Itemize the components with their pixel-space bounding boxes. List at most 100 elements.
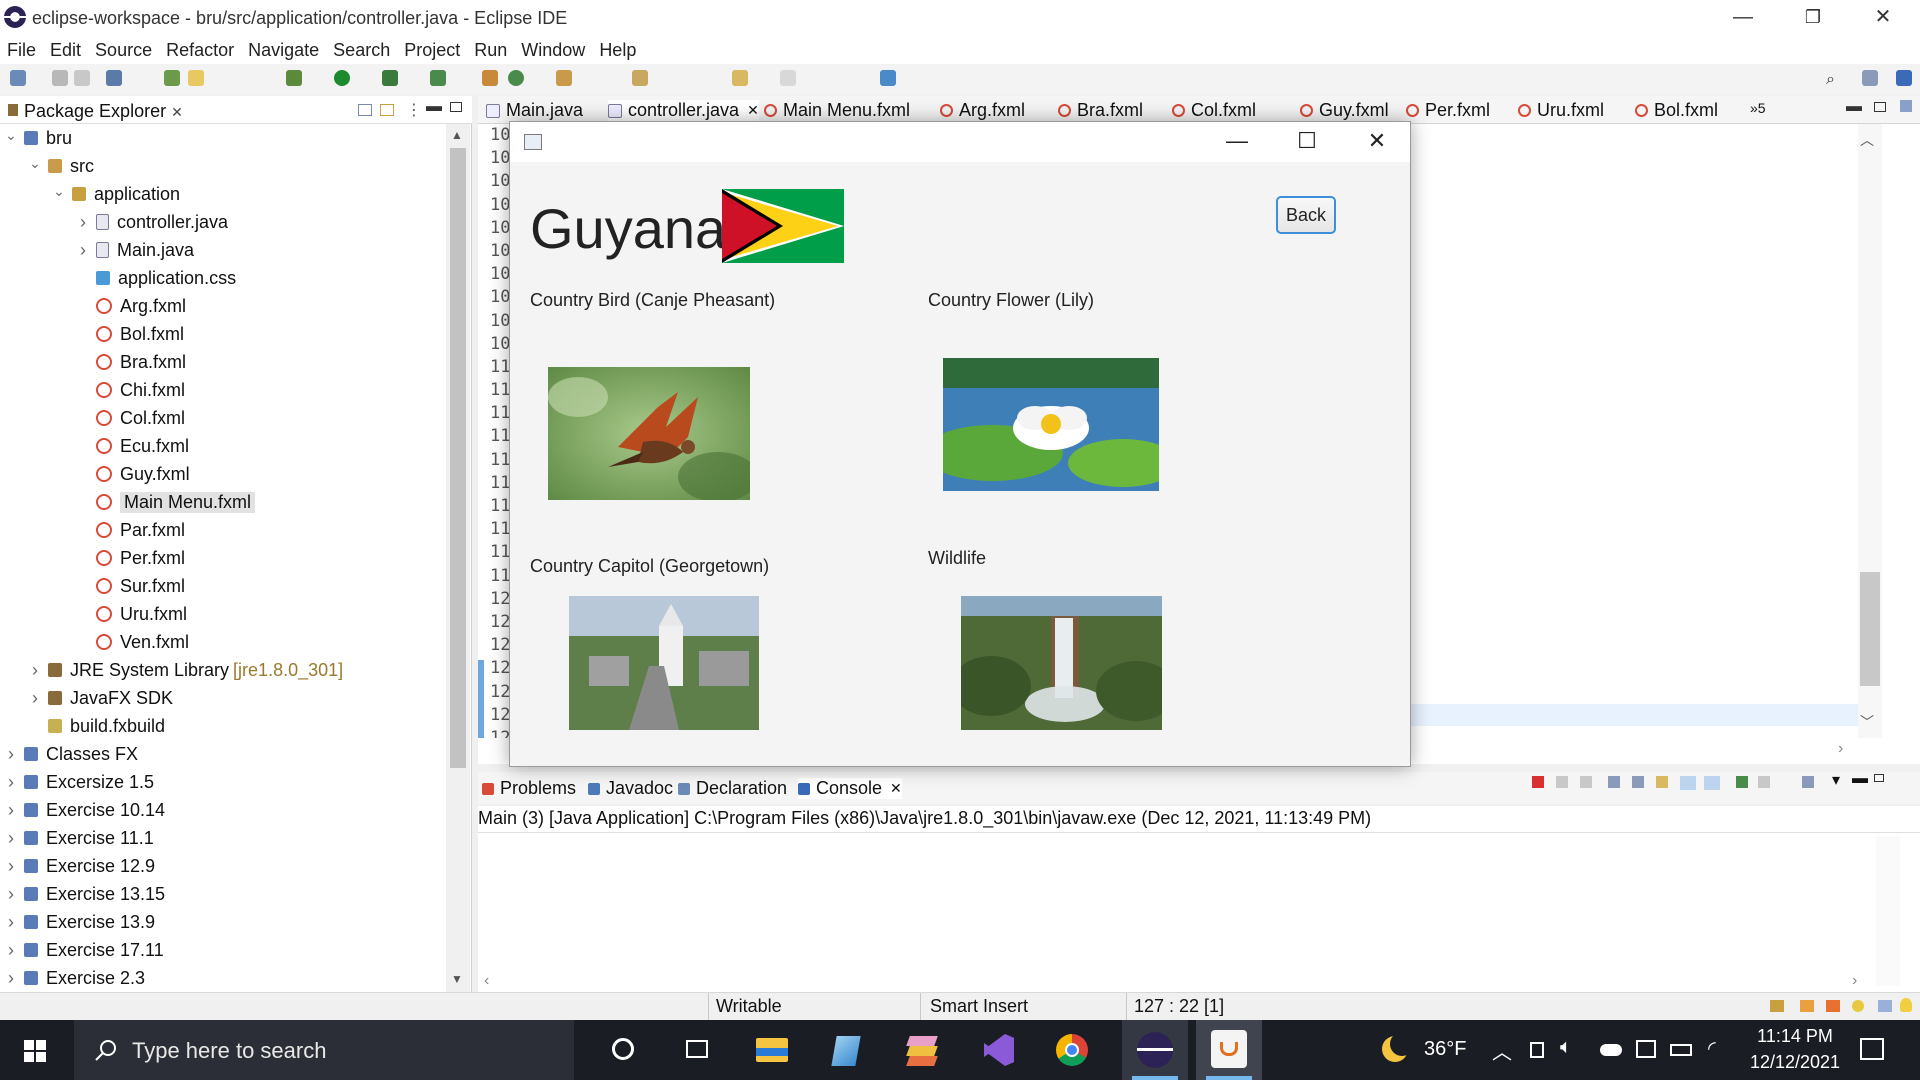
scroll-down-icon[interactable]: ﹀ [1860,712,1874,732]
expanded-arrow-icon[interactable]: ⌄ [28,155,42,172]
tree-item[interactable]: build.fxbuild [0,712,444,740]
save-icon[interactable] [52,70,68,86]
tree-item[interactable]: › Exercise 13.15 [0,880,444,908]
menu-help[interactable]: Help [592,36,643,64]
scrollbar-thumb[interactable] [450,148,466,768]
scroll-up-icon[interactable]: ▲ [451,128,463,142]
collapsed-arrow-icon[interactable]: › [4,828,18,849]
menu-project[interactable]: Project [397,36,467,64]
scroll-down-icon[interactable]: ▼ [451,972,463,986]
taskbar-search-box[interactable]: Type here to search [74,1020,574,1080]
notification-center-icon[interactable] [1860,1038,1884,1060]
menu-window[interactable]: Window [514,36,592,64]
tree-item[interactable]: › Classes FX [0,740,444,768]
tree-item[interactable]: Bol.fxml [0,320,444,348]
package-explorer-title[interactable]: Package Explorer ✕ [24,101,183,122]
clock-date[interactable]: 12/12/2021 [1740,1052,1850,1073]
editor-tab[interactable]: controller.java ✕ [608,100,759,121]
menu-navigate[interactable]: Navigate [241,36,326,64]
expanded-arrow-icon[interactable]: ⌄ [52,183,66,200]
tree-item[interactable]: › Excersize 1.5 [0,768,444,796]
tree-item[interactable]: › controller.java [0,208,444,236]
collapsed-arrow-icon[interactable]: › [4,912,18,933]
scroll-right-icon[interactable]: › [1838,740,1843,758]
wifi-icon[interactable]: ◜ [1708,1036,1716,1061]
tree-item[interactable]: › Exercise 10.14 [0,796,444,824]
new-icon[interactable] [10,70,26,86]
chrome-icon[interactable] [1052,1030,1092,1070]
tree-item[interactable]: ⌄ application [0,180,444,208]
java-taskbar-button[interactable] [1196,1020,1262,1080]
maximize-view-icon[interactable] [450,102,462,112]
back-icon[interactable] [732,70,748,86]
battery-icon[interactable] [1670,1044,1692,1056]
clear-console-icon[interactable] [1608,776,1620,788]
tree-item[interactable]: Chi.fxml [0,376,444,404]
app-close-button[interactable]: ✕ [1342,122,1412,162]
expanded-arrow-icon[interactable]: ⌄ [4,127,18,144]
java-perspective-icon[interactable] [1896,70,1912,86]
tip-icon[interactable] [1900,998,1912,1012]
external-tools-icon[interactable] [430,70,446,86]
updates-icon[interactable] [1826,1000,1840,1012]
display-console-icon[interactable] [1758,776,1770,788]
tree-item[interactable]: Uru.fxml [0,600,444,628]
clock-time[interactable]: 11:14 PM [1740,1026,1850,1047]
minimize-view-icon[interactable]: ▬ [426,98,442,116]
scroll-lock-icon[interactable] [1632,776,1644,788]
show-on-error-icon[interactable] [1704,776,1720,790]
volume-icon[interactable]: 🔈︎ [1560,1036,1572,1059]
new-java-project-icon[interactable] [482,70,498,86]
eclipse-taskbar-button[interactable] [1122,1020,1188,1080]
debug-icon[interactable] [286,70,302,86]
collapsed-arrow-icon[interactable]: › [4,884,18,905]
menu-edit[interactable]: Edit [43,36,88,64]
notepad-icon[interactable] [826,1030,866,1070]
marketplace-icon[interactable] [1852,1000,1864,1012]
minimize-editor-icon[interactable]: ▬ [1846,98,1862,116]
scroll-right-icon[interactable]: › [1852,972,1857,990]
collapsed-arrow-icon[interactable]: › [28,660,42,681]
tree-item[interactable]: › Exercise 2.3 [0,964,444,992]
menu-search[interactable]: Search [326,36,397,64]
close-button[interactable]: ✕ [1848,0,1918,36]
tree-item[interactable]: › Exercise 13.9 [0,908,444,936]
link-with-editor-icon[interactable] [380,104,394,116]
tree-item[interactable]: Main Menu.fxml [0,488,444,516]
insert-mode-status[interactable]: Smart Insert [930,996,1028,1017]
view-menu-icon[interactable]: ⋮ [406,100,422,120]
open-console-icon[interactable] [1802,776,1814,788]
new-class-icon[interactable] [508,70,524,86]
open-perspective-icon[interactable] [880,70,896,86]
show-hidden-icons-icon[interactable]: ︿ [1492,1036,1512,1065]
display-icon[interactable] [1636,1040,1656,1058]
weather-temperature[interactable]: 36°F [1424,1038,1466,1061]
console-tab-problems[interactable]: Problems [482,778,576,799]
start-button[interactable] [0,1020,70,1080]
tasks-icon[interactable] [1800,1000,1814,1012]
scroll-left-icon[interactable]: ‹ [484,972,489,990]
tree-item[interactable]: Ven.fxml [0,628,444,656]
editor-tab[interactable]: Col.fxml [1172,100,1256,121]
scroll-up-icon[interactable]: ︿ [1860,130,1874,150]
restore-editor-icon[interactable] [1900,100,1912,112]
next-annotation-icon[interactable] [632,70,648,86]
editor-tab[interactable]: Arg.fxml [940,100,1025,121]
search-icon[interactable]: ⌕ [1826,71,1842,88]
console-output[interactable] [478,832,1920,1000]
collapsed-arrow-icon[interactable]: › [4,744,18,765]
terminal-icon[interactable] [106,70,122,86]
tree-item[interactable]: › Main.java [0,236,444,264]
tree-item[interactable]: › Exercise 12.9 [0,852,444,880]
menu-file[interactable]: File [0,36,43,64]
visual-studio-icon[interactable] [978,1030,1018,1070]
console-tab-javadoc[interactable]: Javadoc [588,778,673,799]
tree-item[interactable]: › Exercise 11.1 [0,824,444,852]
menu-run[interactable]: Run [467,36,514,64]
view-menu-icon[interactable]: ▾ [1832,770,1840,790]
collapsed-arrow-icon[interactable]: › [4,772,18,793]
tree-item[interactable]: Ecu.fxml [0,432,444,460]
tree-item[interactable]: Guy.fxml [0,460,444,488]
minimize-view-icon[interactable]: ▬ [1852,770,1868,788]
tree-item[interactable]: Col.fxml [0,404,444,432]
